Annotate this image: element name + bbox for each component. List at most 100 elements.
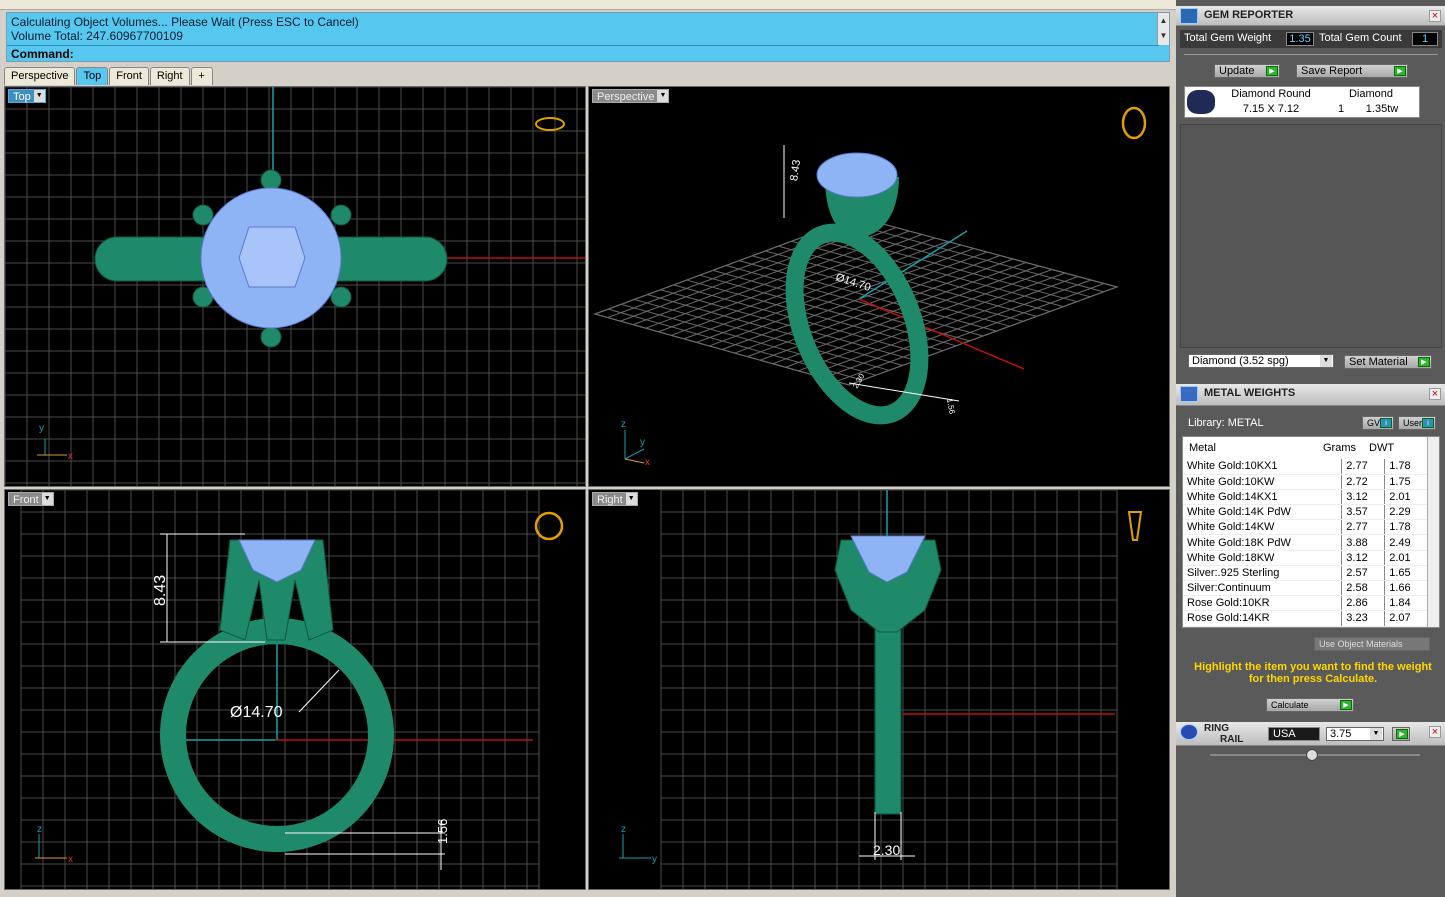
metal-name: White Gold:18KW: [1183, 550, 1342, 566]
ring-rail-go-button[interactable]: ▶: [1392, 727, 1410, 741]
table-row[interactable]: White Gold:10KW 2.72 1.75: [1183, 474, 1427, 490]
metal-table: White Gold:10KX1 2.77 1.78 White Gold:10KW 2…: [1183, 459, 1427, 627]
viewport-menu-arrow-icon[interactable]: ▼: [625, 493, 637, 505]
update-button[interactable]: Update ▶: [1214, 64, 1280, 78]
metal-list-scrollbar[interactable]: [1427, 437, 1439, 627]
table-row[interactable]: White Gold:14KX1 3.12 2.01: [1183, 489, 1427, 506]
viewport-top[interactable]: y x Top ▼: [4, 86, 586, 487]
viewport-right[interactable]: 2.30 z y Right ▼: [588, 489, 1170, 890]
metal-name: Silver:.925 Sterling: [1183, 565, 1342, 582]
title-strip: [0, 0, 1176, 10]
gem-tw: 1.35tw: [1365, 103, 1399, 115]
table-row[interactable]: White Gold:10KX1 2.77 1.78: [1183, 459, 1427, 475]
tab-right[interactable]: Right: [149, 67, 190, 85]
update-label: Update: [1219, 65, 1255, 77]
table-row[interactable]: White Gold:14KW 2.77 1.78: [1183, 519, 1427, 536]
table-row[interactable]: Silver:.925 Sterling 2.57 1.65: [1183, 565, 1427, 582]
ring-size-select[interactable]: 3.75 ▼: [1326, 727, 1384, 741]
metal-grams: 3.12: [1341, 550, 1385, 566]
command-scrollbar[interactable]: ▲ ▼: [1157, 13, 1169, 45]
ring-rail-title-2: RAIL: [1220, 734, 1244, 745]
table-row[interactable]: Rose Gold:10KR 2.86 1.84: [1183, 595, 1427, 612]
save-report-button[interactable]: Save Report ▶: [1296, 64, 1408, 78]
metal-grams: 3.12: [1341, 489, 1385, 506]
metal-name: White Gold:14KW: [1183, 519, 1342, 536]
user-button[interactable]: User i: [1398, 416, 1436, 430]
viewport-menu-arrow-icon[interactable]: ▼: [657, 90, 669, 102]
chevron-down-icon: ▼: [1320, 355, 1332, 367]
close-icon[interactable]: ×: [1429, 388, 1441, 400]
go-arrow-icon: ▶: [1394, 66, 1406, 76]
viewport-label-right[interactable]: Right ▼: [592, 492, 638, 506]
axis-label-x: x: [645, 457, 650, 468]
top-view-canvas: y x: [5, 87, 585, 486]
axis-label-x: x: [68, 451, 73, 462]
command-history[interactable]: Calculating Object Volumes... Please Wai…: [6, 12, 1170, 62]
metal-dwt: 1.78: [1384, 459, 1427, 475]
viewport-label-front-text: Front: [13, 494, 39, 506]
calculate-button[interactable]: Calculate ▶: [1266, 698, 1354, 712]
dim-height-front: 8.43: [152, 575, 169, 606]
column-metal[interactable]: Metal: [1189, 442, 1216, 454]
table-row[interactable]: White Gold:14K PdW 3.57 2.29: [1183, 504, 1427, 521]
divider: [1184, 54, 1438, 55]
add-tab-button[interactable]: +: [190, 67, 213, 85]
right-view-canvas: 2.30 z y: [619, 490, 1143, 889]
ring-region-select[interactable]: USA: [1268, 727, 1320, 741]
dim-band-persp: 2.30: [851, 372, 867, 390]
metal-name: White Gold:18K PdW: [1183, 534, 1342, 551]
column-grams[interactable]: Grams: [1323, 442, 1356, 454]
use-object-materials-button[interactable]: Use Object Materials: [1314, 637, 1430, 651]
table-row[interactable]: White Gold:18KW 3.12 2.01: [1183, 550, 1427, 566]
metal-dwt: 1.75: [1384, 474, 1427, 490]
material-select[interactable]: Diamond (3.52 spg) ▼: [1188, 354, 1334, 368]
table-row[interactable]: White Gold:18K PdW 3.88 2.49: [1183, 534, 1427, 551]
total-gem-count-value: 1: [1412, 32, 1438, 46]
axis-label-y: y: [640, 437, 645, 448]
total-gem-count-label: Total Gem Count: [1319, 32, 1402, 44]
tab-top[interactable]: Top: [76, 67, 109, 85]
metal-dwt: 2.01: [1384, 550, 1427, 566]
dim-diameter-front: Ø14.70: [230, 704, 283, 721]
viewport-label-front[interactable]: Front ▼: [8, 492, 54, 506]
viewport-label-perspective[interactable]: Perspective ▼: [592, 89, 670, 103]
close-icon[interactable]: ×: [1429, 10, 1441, 22]
set-material-button[interactable]: Set Material ▶: [1344, 355, 1432, 369]
round-diamond-icon: [1187, 90, 1215, 114]
perspective-view-canvas: 8.43 Ø14.70 2.30 1.56 z y x: [593, 106, 1147, 468]
gem-type: Diamond: [1348, 88, 1394, 100]
viewport-front[interactable]: 8.43 Ø14.70 1.56 z x Front ▼: [4, 489, 586, 890]
metal-list[interactable]: Metal Grams DWT White Gold:10KX1 2.77 1.78…: [1182, 436, 1440, 628]
command-history-line-2: Volume Total: 247.60967700109: [11, 29, 183, 43]
viewport-label-top[interactable]: Top ▼: [8, 89, 46, 103]
gv-button[interactable]: GV i: [1362, 416, 1394, 430]
viewport-tabs: Perspective Top Front Right +: [4, 67, 213, 85]
metal-weights-icon: [1180, 386, 1198, 402]
column-dwt[interactable]: DWT: [1369, 442, 1394, 454]
command-line[interactable]: Command:: [7, 45, 1159, 61]
command-prompt: Command:: [11, 47, 74, 61]
metal-grams: 2.86: [1341, 595, 1385, 612]
ring-band-persp: [785, 223, 929, 425]
viewport-menu-arrow-icon[interactable]: ▼: [33, 90, 45, 102]
tab-perspective[interactable]: Perspective: [4, 67, 76, 85]
metal-name: Rose Gold:14KR: [1183, 610, 1342, 627]
table-row[interactable]: Silver:Continuum 2.58 1.66: [1183, 580, 1427, 597]
set-material-label: Set Material: [1349, 356, 1408, 368]
gem-reporter-header: GEM REPORTER ×: [1176, 6, 1445, 26]
table-row[interactable]: Rose Gold:14KR 3.23 2.07: [1183, 610, 1427, 627]
gem-count: 1: [1337, 103, 1345, 115]
ring-rail-slider-handle[interactable]: [1306, 749, 1318, 761]
viewport-label-perspective-text: Perspective: [597, 91, 655, 103]
total-gem-weight-value: 1.35: [1286, 32, 1314, 46]
viewport-menu-arrow-icon[interactable]: ▼: [41, 493, 53, 505]
gem-list[interactable]: Diamond Round 7.15 X 7.12 Diamond 1 1.35…: [1184, 86, 1420, 118]
close-icon[interactable]: ×: [1429, 726, 1441, 738]
metal-name: White Gold:14K PdW: [1183, 504, 1342, 521]
viewport-perspective[interactable]: 8.43 Ø14.70 2.30 1.56 z y x Perspective ▼: [588, 86, 1170, 487]
tab-front[interactable]: Front: [109, 67, 149, 85]
ring-preview-icon: [1121, 106, 1147, 140]
metal-name: Rose Gold:10KR: [1183, 595, 1342, 612]
axis-label-z: z: [621, 824, 626, 835]
dim-height-persp: 8.43: [788, 159, 803, 182]
